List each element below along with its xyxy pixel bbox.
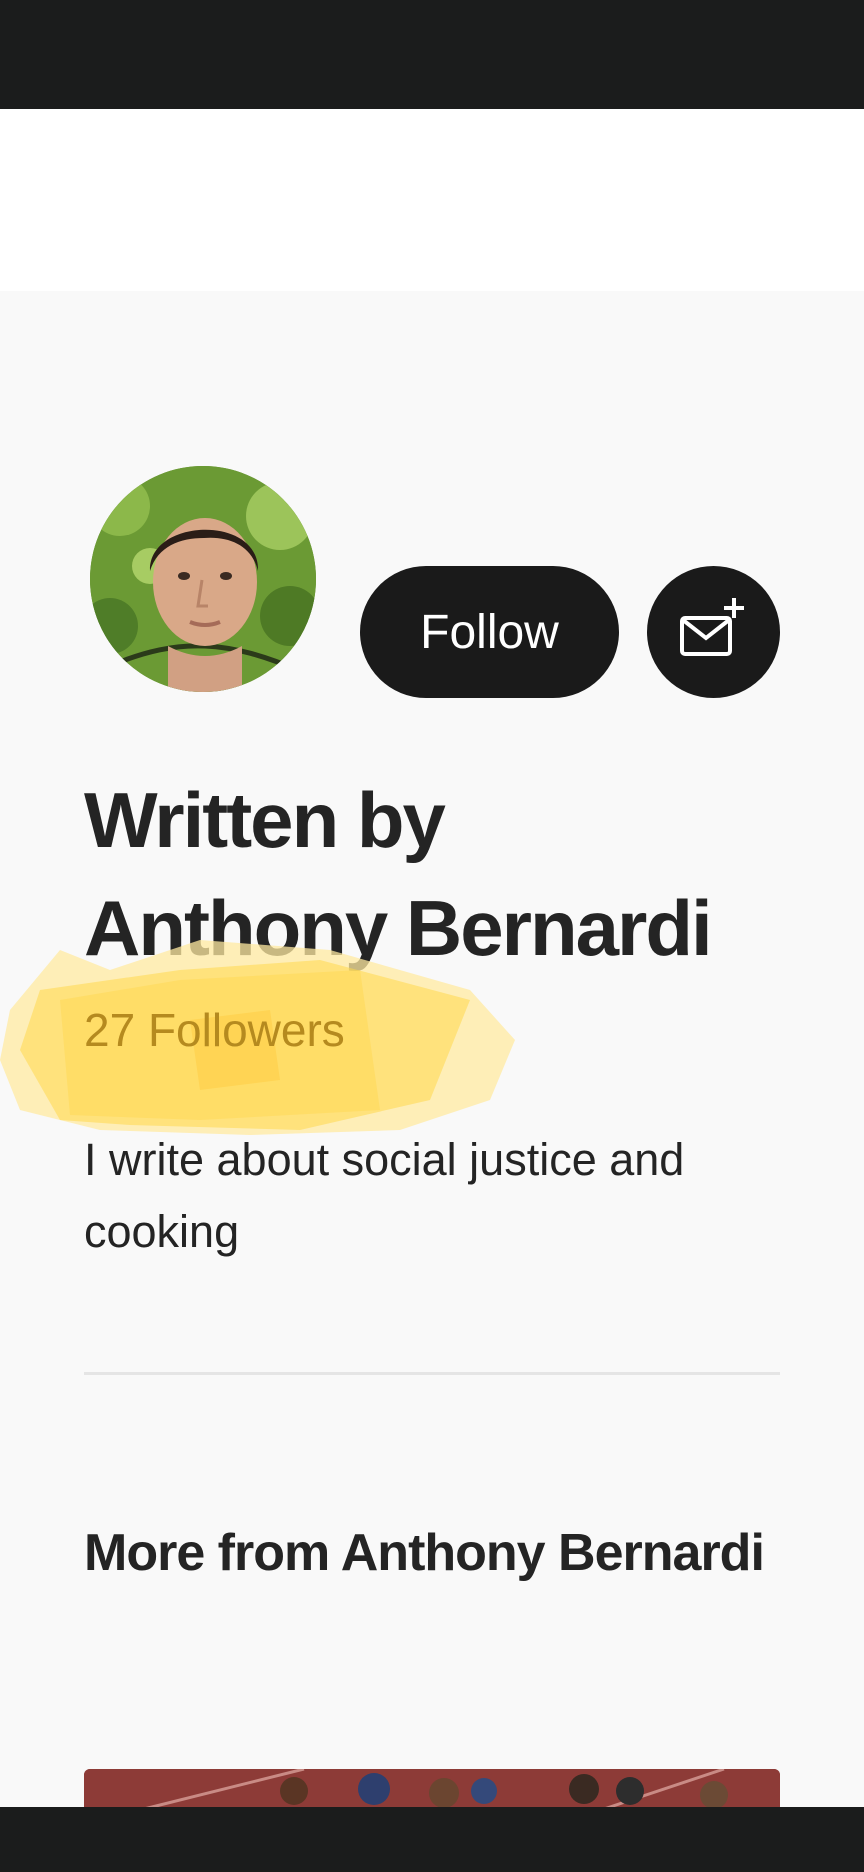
written-by-label: Written by (84, 776, 446, 864)
status-bar (0, 0, 864, 109)
section-divider (84, 1372, 780, 1375)
top-header (0, 109, 864, 291)
follow-button[interactable]: Follow (360, 566, 619, 698)
article-image-photo (84, 1769, 780, 1809)
followers-count[interactable]: 27 Followers (84, 1000, 345, 1060)
article-thumbnail[interactable] (84, 1769, 780, 1809)
avatar-photo (90, 466, 316, 692)
written-by-heading: Written by Anthony Bernardi (84, 766, 804, 982)
author-bio: I write about social justice and cooking (84, 1134, 685, 1257)
author-name[interactable]: Anthony Bernardi (84, 884, 713, 972)
subscribe-email-button[interactable] (647, 566, 780, 698)
system-nav-bar (0, 1807, 864, 1872)
mail-plus-icon (679, 598, 744, 656)
more-from-heading: More from Anthony Bernardi (84, 1524, 765, 1582)
author-avatar[interactable] (90, 466, 316, 692)
